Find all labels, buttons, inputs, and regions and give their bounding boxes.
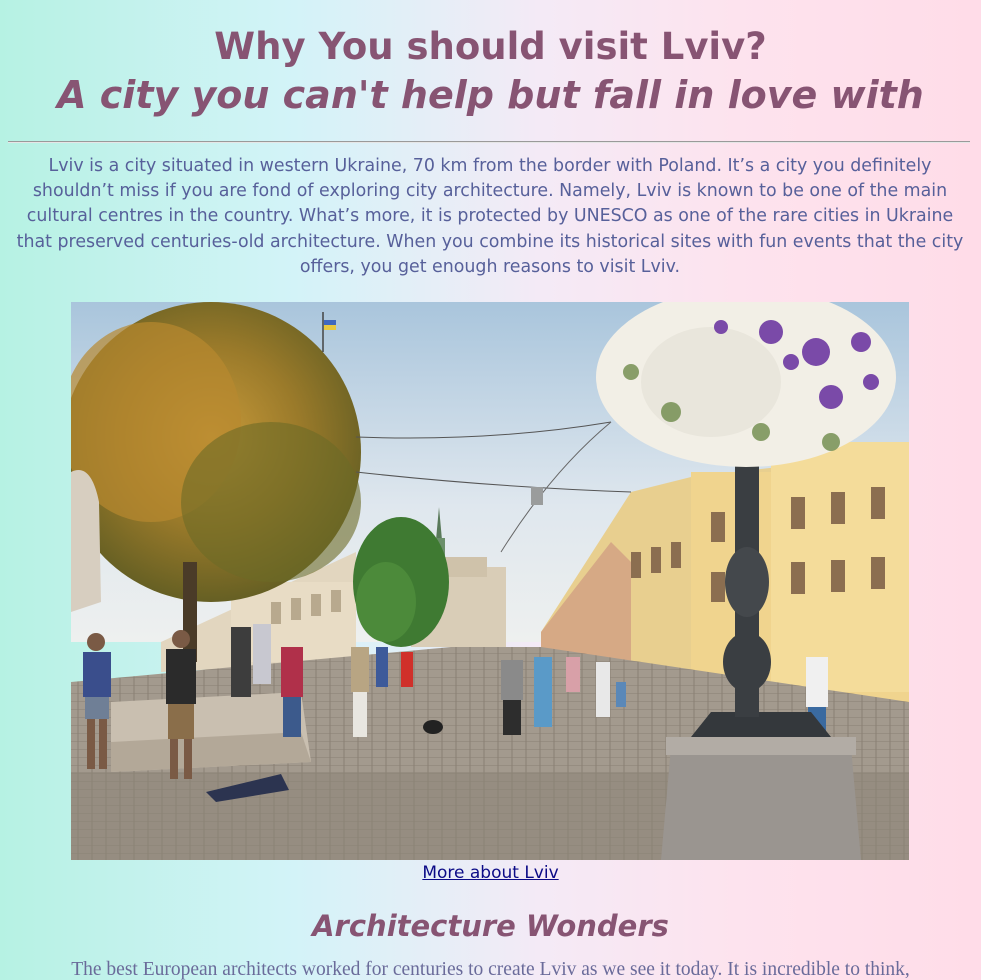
lviv-street-photo bbox=[71, 302, 909, 860]
section-paragraph: The best European architects worked for … bbox=[71, 959, 910, 980]
intro-paragraph: Lviv is a city situated in western Ukrai… bbox=[16, 156, 964, 277]
header-divider bbox=[8, 141, 970, 143]
page-title: Why You should visit Lviv? A city you ca… bbox=[0, 23, 981, 119]
hero-image bbox=[71, 302, 909, 860]
section-heading: Architecture Wonders bbox=[312, 909, 669, 943]
more-about-lviv-link[interactable]: More about Lviv bbox=[0, 862, 981, 884]
page-subtitle: A city you can't help but fall in love w… bbox=[57, 73, 924, 117]
page: Why You should visit Lviv? A city you ca… bbox=[0, 0, 981, 980]
page-title-line1: Why You should visit Lviv? bbox=[214, 25, 767, 68]
